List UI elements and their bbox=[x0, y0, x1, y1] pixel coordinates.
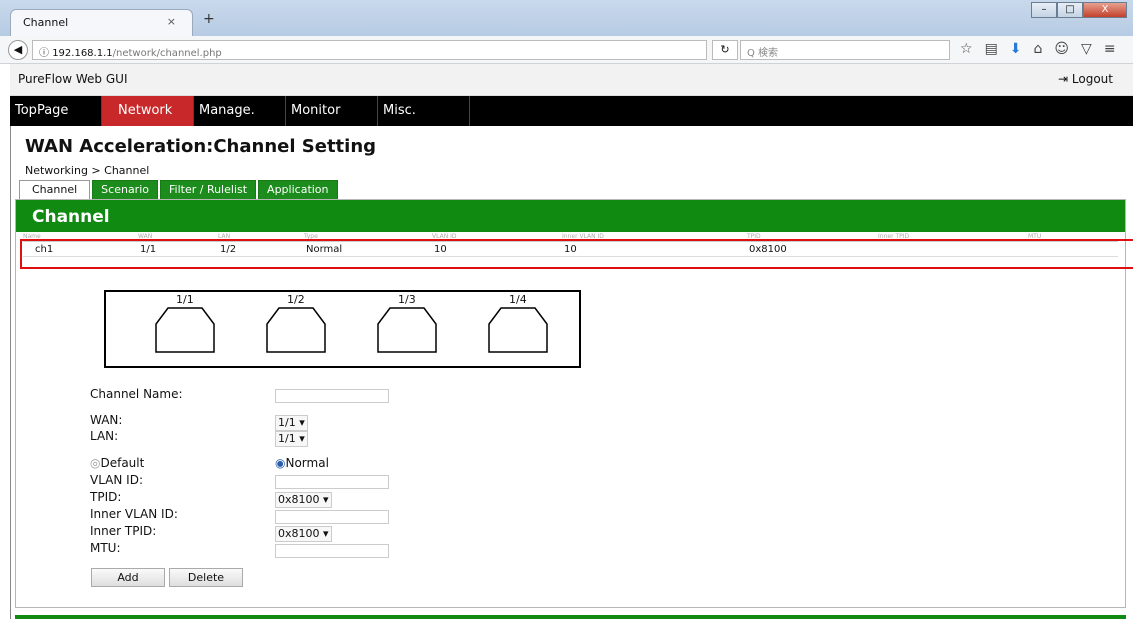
add-button[interactable]: Add bbox=[91, 568, 165, 587]
download-icon[interactable]: ⬇ bbox=[1010, 41, 1022, 57]
browser-navbar: ◀ ⓘ 192.168.1.1/network/channel.php ↻ Q … bbox=[0, 36, 1133, 64]
lan-label: LAN: bbox=[90, 429, 119, 443]
logout-label: Logout bbox=[1071, 72, 1113, 86]
radio-checked-icon: ◉ bbox=[275, 456, 286, 470]
window-close-button[interactable]: X bbox=[1083, 2, 1127, 18]
tab-application[interactable]: Application bbox=[258, 180, 338, 200]
inner-tpid-label: Inner TPID: bbox=[90, 524, 157, 538]
url-host: 192.168.1.1 bbox=[52, 48, 113, 59]
port-1-2[interactable]: 1/2 bbox=[265, 293, 327, 354]
star-icon[interactable]: ☆ bbox=[960, 41, 973, 57]
radio-unchecked-icon: ◎ bbox=[90, 456, 101, 470]
pocket-icon[interactable]: ▽ bbox=[1081, 41, 1092, 57]
info-icon[interactable]: ⓘ bbox=[39, 48, 52, 59]
tpid-select[interactable]: 0x8100 ▾ bbox=[275, 492, 332, 508]
inner-tpid-select[interactable]: 0x8100 ▾ bbox=[275, 526, 332, 542]
inner-vlan-id-input[interactable] bbox=[275, 510, 389, 524]
mtu-input[interactable] bbox=[275, 544, 389, 558]
bookmarks-icon[interactable]: ▤ bbox=[985, 41, 998, 57]
ethernet-port-icon bbox=[488, 307, 548, 353]
app-header: PureFlow Web GUI ⇥ Logout bbox=[10, 64, 1133, 96]
port-1-4[interactable]: 1/4 bbox=[487, 293, 549, 354]
app-title: PureFlow Web GUI bbox=[18, 72, 128, 86]
menu-item-toppage[interactable]: TopPage bbox=[10, 96, 102, 126]
browser-tab[interactable]: Channel × bbox=[10, 9, 193, 36]
radio-default-label: Default bbox=[100, 456, 145, 470]
panel-header: Channel bbox=[16, 200, 1125, 232]
url-bar[interactable]: ⓘ 192.168.1.1/network/channel.php bbox=[32, 40, 707, 60]
ethernet-port-icon bbox=[377, 307, 437, 353]
channel-name-input[interactable] bbox=[275, 389, 389, 403]
delete-button[interactable]: Delete bbox=[169, 568, 243, 587]
bottom-panel-edge bbox=[15, 615, 1126, 619]
channel-name-label: Channel Name: bbox=[90, 387, 183, 401]
port-label: 1/2 bbox=[287, 293, 305, 306]
maximize-button[interactable]: □ bbox=[1057, 2, 1083, 18]
logout-icon: ⇥ bbox=[1058, 72, 1072, 86]
port-1-3[interactable]: 1/3 bbox=[376, 293, 438, 354]
logout-button[interactable]: ⇥ Logout bbox=[1058, 72, 1113, 86]
sub-tabs: Channel Scenario Filter / Rulelist Appli… bbox=[19, 180, 340, 200]
window-controls: – □ X bbox=[1031, 2, 1127, 18]
radio-default[interactable]: ◎Default bbox=[90, 456, 144, 470]
channel-panel: Channel Name WAN LAN Type VLAN ID Inner … bbox=[15, 199, 1133, 608]
browser-toolbar-icons: ☆ ▤ ⬇ ⌂ ☺ ▽ ≡ bbox=[960, 41, 1116, 57]
tab-filter-rulelist[interactable]: Filter / Rulelist bbox=[160, 180, 257, 200]
search-input[interactable]: Q 検索 bbox=[740, 40, 950, 60]
row-highlight-box bbox=[20, 239, 1133, 269]
menu-icon[interactable]: ≡ bbox=[1104, 41, 1116, 57]
browser-titlebar: Channel × + – □ X bbox=[0, 0, 1133, 36]
port-1-1[interactable]: 1/1 bbox=[154, 293, 216, 354]
vlan-id-input[interactable] bbox=[275, 475, 389, 489]
page-title: WAN Acceleration:Channel Setting bbox=[25, 136, 377, 157]
menu-item-monitor[interactable]: Monitor bbox=[286, 96, 378, 126]
port-label: 1/4 bbox=[509, 293, 527, 306]
tab-scenario[interactable]: Scenario bbox=[92, 180, 158, 200]
breadcrumb: Networking > Channel bbox=[25, 164, 150, 177]
chat-icon[interactable]: ☺ bbox=[1054, 41, 1069, 57]
tab-channel[interactable]: Channel bbox=[19, 180, 91, 200]
menu-item-misc[interactable]: Misc. bbox=[378, 96, 470, 126]
ethernet-port-icon bbox=[155, 307, 215, 353]
back-button[interactable]: ◀ bbox=[8, 40, 28, 60]
browser-tab-title: Channel bbox=[23, 16, 69, 29]
menu-item-network[interactable]: Network bbox=[102, 96, 194, 126]
reload-icon[interactable]: ↻ bbox=[712, 40, 738, 60]
menu-item-manage[interactable]: Manage. bbox=[194, 96, 286, 126]
new-tab-button[interactable]: + bbox=[203, 11, 215, 27]
wan-select[interactable]: 1/1 ▾ bbox=[275, 415, 308, 431]
tab-close-icon[interactable]: × bbox=[167, 15, 176, 28]
home-icon[interactable]: ⌂ bbox=[1034, 41, 1043, 57]
lan-select[interactable]: 1/1 ▾ bbox=[275, 431, 308, 447]
minimize-button[interactable]: – bbox=[1031, 2, 1057, 18]
page-left-border bbox=[10, 126, 11, 619]
radio-normal[interactable]: ◉Normal bbox=[275, 456, 329, 470]
port-label: 1/1 bbox=[176, 293, 194, 306]
port-label: 1/3 bbox=[398, 293, 416, 306]
radio-normal-label: Normal bbox=[285, 456, 329, 470]
inner-vlan-id-label: Inner VLAN ID: bbox=[90, 507, 178, 521]
main-menu: TopPage Network Manage. Monitor Misc. bbox=[10, 96, 1133, 126]
tpid-label: TPID: bbox=[90, 490, 122, 504]
vlan-id-label: VLAN ID: bbox=[90, 473, 143, 487]
url-path: /network/channel.php bbox=[112, 48, 222, 59]
wan-label: WAN: bbox=[90, 413, 123, 427]
port-diagram: 1/1 1/2 1/3 1/4 bbox=[104, 290, 581, 368]
mtu-label: MTU: bbox=[90, 541, 121, 555]
ethernet-port-icon bbox=[266, 307, 326, 353]
